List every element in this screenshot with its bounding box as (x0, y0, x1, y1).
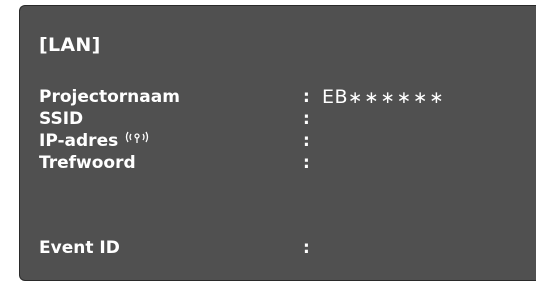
separator-colon: : (303, 153, 310, 173)
separator-colon: : (303, 238, 310, 258)
screen-title: [LAN] (39, 34, 101, 56)
separator-colon: : (303, 131, 310, 151)
event-id-label: Event ID (39, 238, 120, 258)
keyword-label: Trefwoord (39, 153, 136, 173)
ssid-label: SSID (39, 109, 84, 129)
separator-colon: : (303, 87, 310, 107)
projector-name-prefix: EB (322, 86, 349, 108)
lan-info-screen: [LAN] Projectornaam : EB∗∗∗∗∗∗ SSID : IP… (19, 5, 536, 281)
ip-address-row: IP-adres : (39, 130, 519, 152)
projector-name-label: Projectornaam (39, 87, 180, 107)
event-id-row: Event ID : (39, 237, 519, 259)
separator-colon: : (303, 109, 310, 129)
ip-address-label: IP-adres (39, 131, 119, 151)
keyword-row: Trefwoord : (39, 152, 519, 174)
projector-name-row: Projectornaam : EB∗∗∗∗∗∗ (39, 86, 519, 108)
projector-name-mask: ∗∗∗∗∗∗ (348, 88, 446, 108)
ssid-row: SSID : (39, 108, 519, 130)
projector-name-value: EB∗∗∗∗∗∗ (322, 86, 446, 109)
ip-address-label-group: IP-adres (39, 130, 150, 152)
wireless-signal-icon (124, 128, 150, 150)
